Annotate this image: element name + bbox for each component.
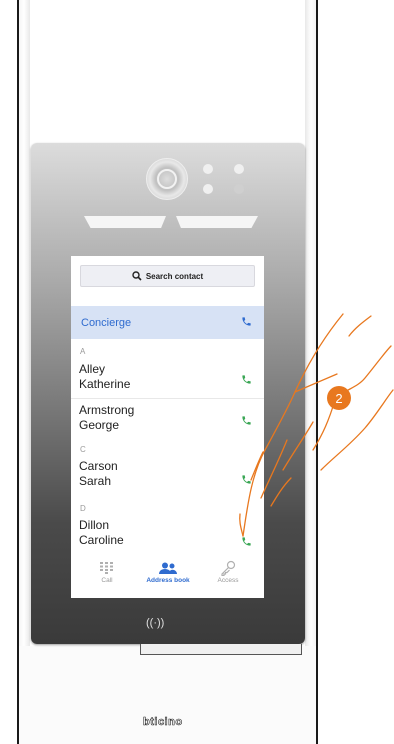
section-letter: A bbox=[80, 347, 86, 356]
nav-call-label: Call bbox=[101, 577, 113, 584]
bottom-nav: Call Address book Access bbox=[71, 556, 264, 598]
contact-name-first: Carson bbox=[79, 459, 118, 473]
nfc-reader-label: ((·)) bbox=[146, 617, 165, 629]
sensor-dot bbox=[234, 164, 244, 174]
contact-name-second: George bbox=[79, 418, 120, 432]
search-label: Search contact bbox=[145, 271, 204, 281]
section-letter: D bbox=[80, 504, 86, 513]
hand-pointer-icon bbox=[239, 313, 394, 537]
camera-lens bbox=[146, 158, 188, 200]
contacts-icon bbox=[159, 562, 177, 574]
contact-name-first: Dillon bbox=[79, 518, 110, 532]
section-letter: C bbox=[80, 445, 86, 454]
step-number-badge: 2 bbox=[327, 386, 351, 410]
contact-name-second: Sarah bbox=[79, 474, 112, 488]
nav-access-label: Access bbox=[217, 577, 239, 584]
sensor-dot bbox=[234, 184, 244, 194]
keypad-icon bbox=[100, 562, 113, 574]
contact-name-first: Alley bbox=[79, 362, 106, 376]
sensor-dot bbox=[203, 184, 213, 194]
contact-row-alley[interactable]: Alley Katherine bbox=[79, 362, 199, 392]
nav-address-book-label: Address book bbox=[146, 577, 190, 584]
search-icon bbox=[132, 271, 142, 281]
brand-logo: bticino bbox=[143, 716, 183, 729]
nav-access[interactable]: Access bbox=[196, 559, 260, 584]
contact-name-second: Katherine bbox=[79, 377, 131, 391]
led-light-left bbox=[84, 216, 166, 228]
contact-row-armstrong[interactable]: Armstrong George bbox=[79, 403, 199, 433]
contact-row-carson[interactable]: Carson Sarah bbox=[79, 459, 199, 489]
search-contact-button[interactable]: Search contact bbox=[80, 265, 255, 287]
contact-name-first: Armstrong bbox=[79, 403, 135, 417]
nav-call[interactable]: Call bbox=[75, 559, 139, 584]
nav-address-book[interactable]: Address book bbox=[136, 559, 200, 584]
concierge-label: Concierge bbox=[81, 317, 132, 329]
entrance-panel-lower bbox=[19, 646, 316, 744]
door-frame-edge-left bbox=[17, 0, 19, 744]
key-icon bbox=[221, 560, 236, 576]
sensor-dot bbox=[203, 164, 213, 174]
contact-row-dillon[interactable]: Dillon Caroline bbox=[79, 518, 199, 548]
contact-name-second: Caroline bbox=[79, 533, 124, 547]
door-frame-left bbox=[18, 0, 30, 744]
panel-bottom-slot bbox=[140, 644, 302, 655]
led-light-right bbox=[176, 216, 258, 228]
